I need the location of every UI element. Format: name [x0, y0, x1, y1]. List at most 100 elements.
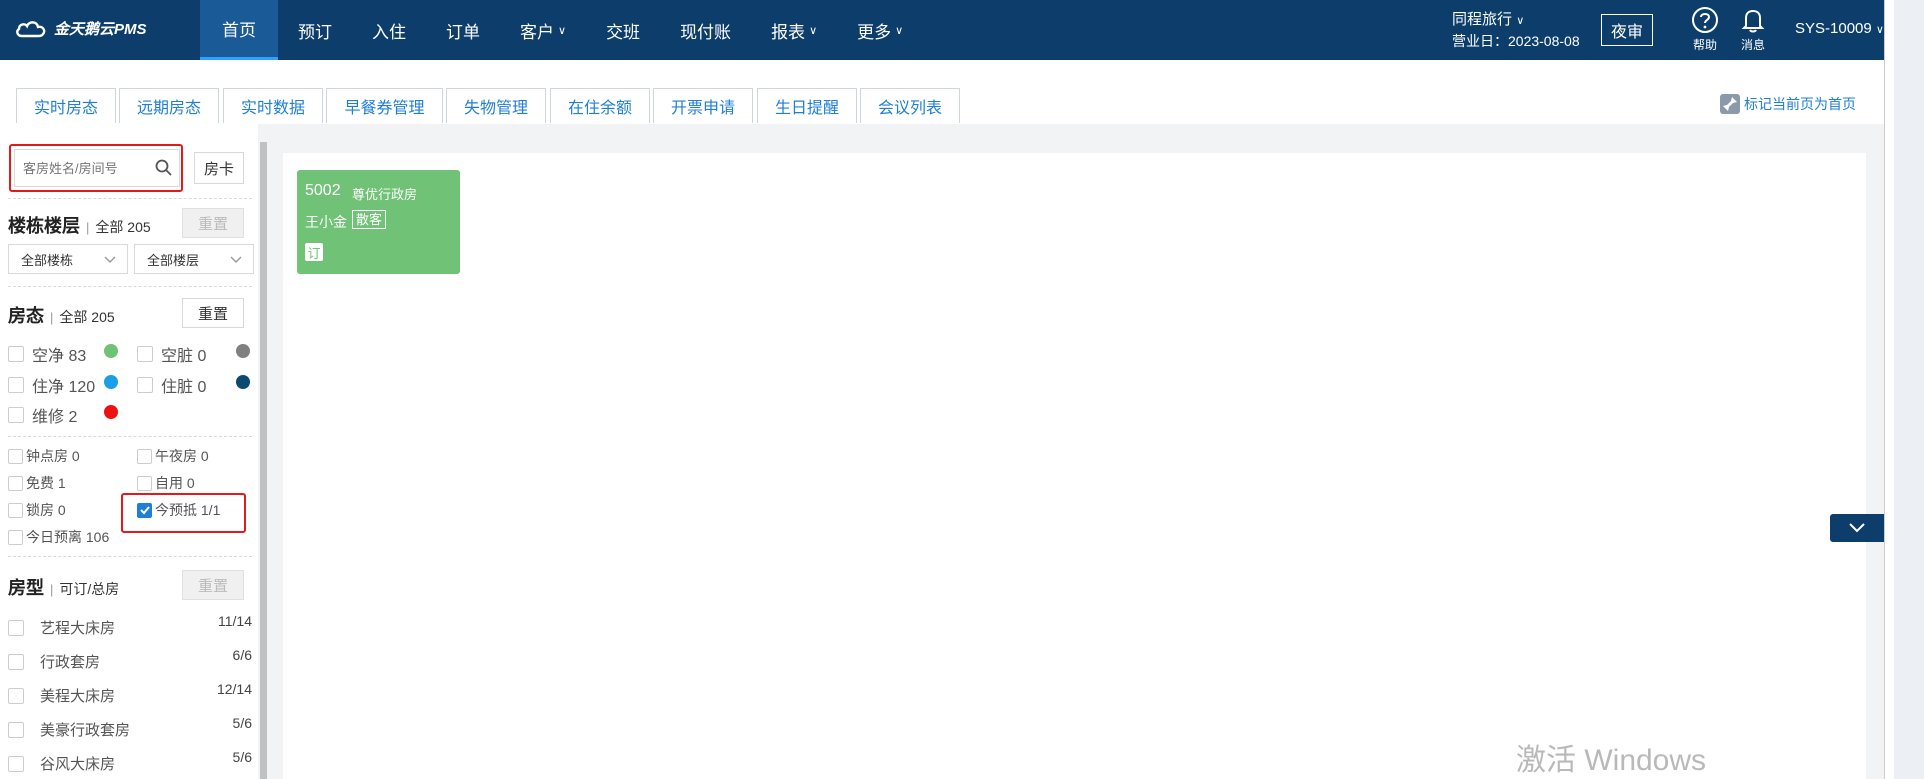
room-status-checkbox[interactable]: 空脏 0 [137, 342, 206, 366]
tab-6[interactable]: 开票申请 [653, 88, 753, 123]
room-status-label: 维修 2 [32, 409, 78, 426]
tab-3[interactable]: 早餐券管理 [326, 88, 443, 123]
chevron-down-icon: ∨ [1875, 24, 1884, 36]
nav-item[interactable]: 首页 [200, 0, 278, 60]
room-type-checkbox[interactable]: 美程大床房 [8, 685, 252, 706]
tab-0[interactable]: 实时房态 [16, 88, 116, 123]
room-card-button[interactable]: 房卡 [194, 152, 244, 184]
messages-button[interactable]: 消息 [1733, 6, 1773, 53]
right-edge-scrollbar[interactable] [1884, 0, 1894, 779]
divider [8, 556, 252, 557]
checkbox-box[interactable] [8, 377, 24, 393]
roomtype-reset-button[interactable]: 重置 [182, 570, 244, 600]
room-type-checkbox[interactable]: 艺程大床房 [8, 617, 252, 638]
building-section-title: 楼栋楼层 | 全部 205 [8, 216, 151, 236]
room-type-checkbox[interactable]: 谷风大床房 [8, 753, 252, 774]
help-label: 帮助 [1692, 38, 1717, 52]
checkbox-box[interactable] [8, 407, 24, 423]
divider [8, 436, 252, 437]
checkbox-box[interactable] [8, 448, 23, 464]
nav-item[interactable]: 更多 ∨ [837, 0, 923, 60]
room-status-checkbox[interactable]: 维修 2 [8, 403, 77, 427]
hotel-info[interactable]: 同程旅行 ∨ 营业日：2023-08-08 [1452, 10, 1580, 51]
help-icon [1692, 7, 1718, 33]
flag-checkbox[interactable]: 午夜房 0 [137, 446, 209, 466]
nav-item[interactable]: 订单 [426, 0, 500, 60]
flag-label: 自用 0 [155, 475, 195, 491]
checkbox-box[interactable] [8, 529, 23, 545]
tab-4[interactable]: 失物管理 [446, 88, 546, 123]
flag-checkbox[interactable]: 免费 1 [8, 473, 66, 493]
room-type-availability: 5/6 [232, 715, 252, 731]
checkbox-box[interactable] [137, 377, 153, 393]
tab-1[interactable]: 远期房态 [119, 88, 219, 123]
flag-checkbox[interactable]: 钟点房 0 [8, 446, 80, 466]
flag-checkbox[interactable]: 自用 0 [137, 473, 195, 493]
status-color-dot [104, 344, 118, 358]
checkbox-box[interactable] [8, 619, 24, 636]
nav-item-label: 现付账 [680, 22, 732, 42]
flag-label: 免费 1 [26, 475, 66, 491]
status-color-dot [104, 375, 118, 389]
help-button[interactable]: 帮助 [1685, 6, 1725, 53]
messages-label: 消息 [1740, 38, 1765, 52]
room-status-checkbox[interactable]: 住脏 0 [137, 373, 206, 397]
chevron-down-icon [1849, 523, 1865, 533]
room-status-checkbox[interactable]: 空净 83 [8, 342, 86, 366]
status-reset-button[interactable]: 重置 [182, 298, 244, 328]
checkbox-box[interactable] [8, 755, 24, 772]
flag-checkbox[interactable]: 锁房 0 [8, 500, 66, 520]
nav-item[interactable]: 交班 [586, 0, 660, 60]
checkbox-box[interactable] [137, 475, 152, 491]
nav-item[interactable]: 报表 ∨ [751, 0, 837, 60]
room-type-name: 美程大床房 [40, 688, 116, 705]
checkbox-box[interactable] [8, 346, 24, 362]
chevron-down-icon: ∨ [809, 24, 818, 37]
checkbox-box[interactable] [8, 653, 24, 670]
nav-item[interactable]: 客户 ∨ [500, 0, 586, 60]
sidebar-scrollbar[interactable] [260, 142, 267, 779]
status-color-dot [236, 375, 250, 389]
floor-select[interactable]: 全部楼层 [134, 244, 254, 274]
chevron-down-icon: ∨ [558, 24, 567, 37]
checkbox-box[interactable] [137, 346, 153, 362]
right-edge-panel [1884, 0, 1924, 779]
room-type-availability: 5/6 [232, 749, 252, 765]
user-menu[interactable]: SYS-10009 ∨ [1795, 20, 1884, 37]
nav-item[interactable]: 预订 [278, 0, 352, 60]
room-type-checkbox[interactable]: 行政套房 [8, 651, 252, 672]
flag-checkbox[interactable]: 今日预离 106 [8, 527, 109, 547]
building-select[interactable]: 全部楼栋 [8, 244, 128, 274]
logo[interactable]: 金天鹅云PMS [14, 18, 147, 39]
checkbox-box[interactable] [137, 448, 152, 464]
night-audit-button[interactable]: 夜审 [1601, 14, 1653, 46]
cloud-logo-icon [16, 20, 46, 37]
nav-item[interactable]: 入住 [352, 0, 426, 60]
pms-page: 金天鹅云PMS 首页 预订 入住 订单 客户 ∨ 交班 现付账 报表 ∨ 更多 ∨ 同程旅行 ∨ 营业… [0, 0, 1924, 779]
room-type-row: 美豪行政套房 5/6 [8, 715, 252, 741]
nav-item[interactable]: 现付账 [660, 0, 751, 60]
room-status-checkbox[interactable]: 住净 120 [8, 373, 95, 397]
checkbox-box[interactable] [8, 721, 24, 738]
tab-8[interactable]: 会议列表 [860, 88, 960, 123]
pin-icon [1720, 94, 1740, 114]
building-reset-button[interactable]: 重置 [182, 208, 244, 238]
room-type-row: 谷风大床房 5/6 [8, 749, 252, 775]
roomtype-section-title: 房型 | 可订/总房 [8, 578, 120, 598]
room-type-row: 艺程大床房 11/14 [8, 613, 252, 639]
nav-item-label: 报表 [771, 22, 806, 42]
checkbox-box[interactable] [8, 502, 23, 518]
divider [8, 198, 252, 199]
building-count: 全部 205 [95, 219, 151, 235]
status-count: 全部 205 [59, 309, 115, 325]
room-card[interactable]: 5002 尊优行政房 王小金 散客 订 [297, 170, 460, 274]
tab-7[interactable]: 生日提醒 [757, 88, 857, 123]
room-type-checkbox[interactable]: 美豪行政套房 [8, 719, 252, 740]
mark-home-link[interactable]: 标记当前页为首页 [1720, 94, 1856, 114]
bell-icon [1741, 9, 1765, 33]
tab-2[interactable]: 实时数据 [223, 88, 323, 123]
checkbox-box[interactable] [8, 687, 24, 704]
tab-5[interactable]: 在住余额 [550, 88, 650, 123]
checkbox-box[interactable] [8, 475, 23, 491]
collapse-button[interactable] [1830, 514, 1884, 542]
